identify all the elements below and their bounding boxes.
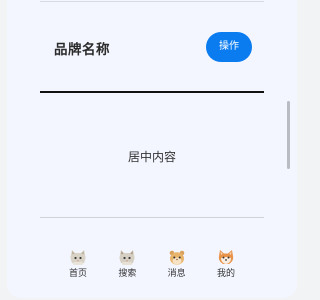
tab-profile[interactable]: 我的 — [204, 249, 248, 285]
header-bar: 品牌名称 操作 — [40, 26, 264, 68]
content-divider — [40, 217, 264, 218]
cat-icon — [70, 250, 86, 265]
bottom-tab-bar: 首页 搜索 消息 我的 — [56, 249, 248, 285]
cat-icon — [119, 250, 135, 265]
hamster-icon — [169, 250, 184, 265]
action-button[interactable]: 操作 — [206, 32, 252, 62]
top-divider — [40, 1, 264, 2]
tab-home-label: 首页 — [68, 269, 87, 279]
center-content: 居中内容 — [127, 150, 176, 164]
tab-search-label: 搜索 — [118, 269, 137, 279]
tab-messages-label: 消息 — [167, 269, 186, 279]
tab-messages[interactable]: 消息 — [155, 249, 199, 285]
brand-title: 品牌名称 — [54, 42, 110, 58]
screen-frame: 品牌名称 操作 居中内容 首页 搜索 消息 我的 — [0, 0, 303, 300]
header-divider — [40, 91, 264, 93]
shiba-icon — [218, 250, 234, 264]
tab-search[interactable]: 搜索 — [105, 249, 149, 285]
tab-home[interactable]: 首页 — [56, 249, 100, 285]
scrollbar[interactable] — [287, 101, 290, 169]
tab-profile-label: 我的 — [216, 269, 235, 279]
